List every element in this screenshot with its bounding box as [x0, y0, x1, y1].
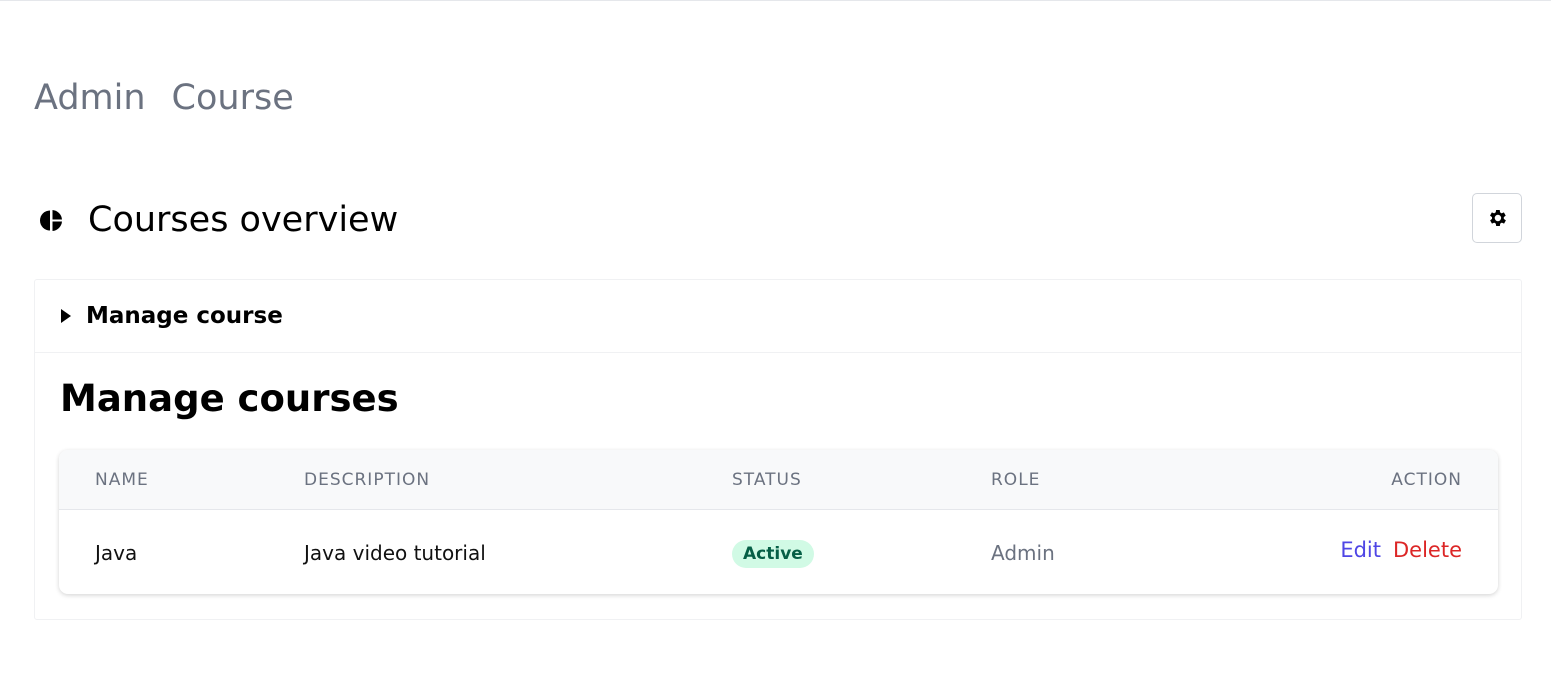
- delete-link[interactable]: Delete: [1393, 538, 1462, 562]
- manage-course-summary[interactable]: Manage course: [35, 280, 1521, 353]
- page-header: Courses overview: [40, 193, 1522, 244]
- cell-name: Java: [95, 541, 138, 565]
- settings-button[interactable]: [1472, 193, 1522, 243]
- breadcrumb: Admin Course: [34, 78, 294, 118]
- column-header-action: ACTION: [1391, 470, 1462, 490]
- gear-icon: [1486, 207, 1508, 229]
- page-title: Courses overview: [88, 199, 399, 240]
- pie-chart-icon: [40, 209, 63, 232]
- table-row: Java Java video tutorial Active Admin Ed…: [59, 510, 1498, 594]
- cell-description: Java video tutorial: [304, 541, 486, 565]
- column-header-role: ROLE: [991, 470, 1041, 490]
- top-border: [0, 0, 1551, 1]
- courses-table: NAME DESCRIPTION STATUS ROLE ACTION Java…: [59, 450, 1498, 594]
- summary-label: Manage course: [86, 303, 283, 329]
- breadcrumb-course[interactable]: Course: [172, 78, 294, 118]
- column-header-description: DESCRIPTION: [304, 470, 431, 490]
- column-header-status: STATUS: [732, 470, 802, 490]
- cell-role: Admin: [991, 541, 1055, 565]
- row-actions: Edit Delete: [1340, 538, 1462, 562]
- breadcrumb-admin[interactable]: Admin: [34, 78, 146, 118]
- manage-course-panel: Manage course Manage courses NAME DESCRI…: [34, 279, 1522, 620]
- status-badge: Active: [732, 540, 814, 568]
- section-heading: Manage courses: [60, 377, 399, 420]
- table-header: NAME DESCRIPTION STATUS ROLE ACTION: [59, 450, 1498, 510]
- triangle-right-icon: [61, 309, 71, 323]
- edit-link[interactable]: Edit: [1340, 538, 1381, 562]
- column-header-name: NAME: [95, 470, 149, 490]
